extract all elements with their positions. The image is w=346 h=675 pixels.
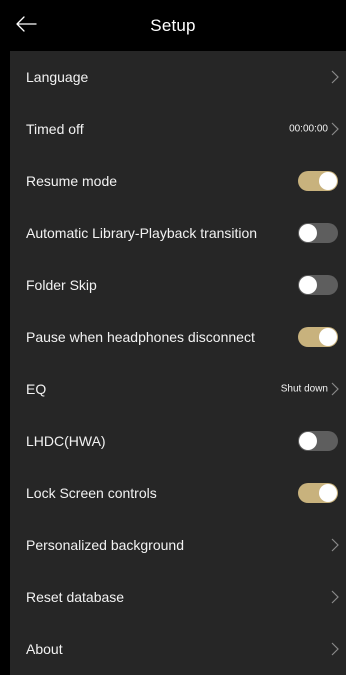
setting-row-auto-library-playback: Automatic Library-Playback transition: [10, 207, 346, 259]
setting-label: Folder Skip: [26, 277, 97, 293]
setting-row-lock-screen: Lock Screen controls: [10, 467, 346, 519]
lock-screen-toggle[interactable]: [298, 483, 338, 503]
chevron-right-icon: [331, 70, 339, 84]
setting-label: LHDC(HWA): [26, 433, 106, 449]
toggle-knob: [319, 172, 337, 190]
toggle-knob: [299, 224, 317, 242]
setting-label: Pause when headphones disconnect: [26, 329, 255, 345]
setting-label: Timed off: [26, 121, 84, 137]
setting-label: Lock Screen controls: [26, 485, 157, 501]
setting-row-personalized-bg[interactable]: Personalized background: [10, 519, 346, 571]
settings-list: Language Timed off 00:00:00 Resume mode …: [10, 51, 346, 675]
lhdc-toggle[interactable]: [298, 431, 338, 451]
setting-label: About: [26, 641, 63, 657]
pause-headphones-toggle[interactable]: [298, 327, 338, 347]
setting-row-lhdc: LHDC(HWA): [10, 415, 346, 467]
setting-row-timed-off[interactable]: Timed off 00:00:00: [10, 103, 346, 155]
setting-row-language[interactable]: Language: [10, 51, 346, 103]
chevron-right-icon: [331, 382, 339, 396]
toggle-knob: [299, 432, 317, 450]
page-title: Setup: [150, 16, 196, 35]
setting-row-about[interactable]: About: [10, 623, 346, 675]
setting-label: Personalized background: [26, 537, 184, 553]
setting-row-folder-skip: Folder Skip: [10, 259, 346, 311]
chevron-right-icon: [331, 642, 339, 656]
setting-label: EQ: [26, 381, 47, 397]
chevron-right-icon: [331, 590, 339, 604]
top-bar: Setup: [0, 0, 346, 46]
setting-value: 00:00:00: [289, 123, 328, 135]
setting-label: Resume mode: [26, 173, 118, 189]
auto-library-playback-toggle[interactable]: [298, 223, 338, 243]
chevron-right-icon: [331, 538, 339, 552]
setting-label: Language: [26, 69, 89, 85]
toggle-knob: [319, 328, 337, 346]
setting-value: Shut down: [280, 383, 328, 395]
setting-label: Reset database: [26, 589, 125, 605]
setting-row-reset-db[interactable]: Reset database: [10, 571, 346, 623]
toggle-knob: [319, 484, 337, 502]
toggle-knob: [299, 276, 317, 294]
chevron-right-icon: [331, 122, 339, 136]
setting-row-pause-headphones: Pause when headphones disconnect: [10, 311, 346, 363]
setting-row-resume-mode: Resume mode: [10, 155, 346, 207]
folder-skip-toggle[interactable]: [298, 275, 338, 295]
resume-mode-toggle[interactable]: [298, 171, 338, 191]
setting-row-eq[interactable]: EQ Shut down: [10, 363, 346, 415]
setting-label: Automatic Library-Playback transition: [26, 225, 258, 241]
